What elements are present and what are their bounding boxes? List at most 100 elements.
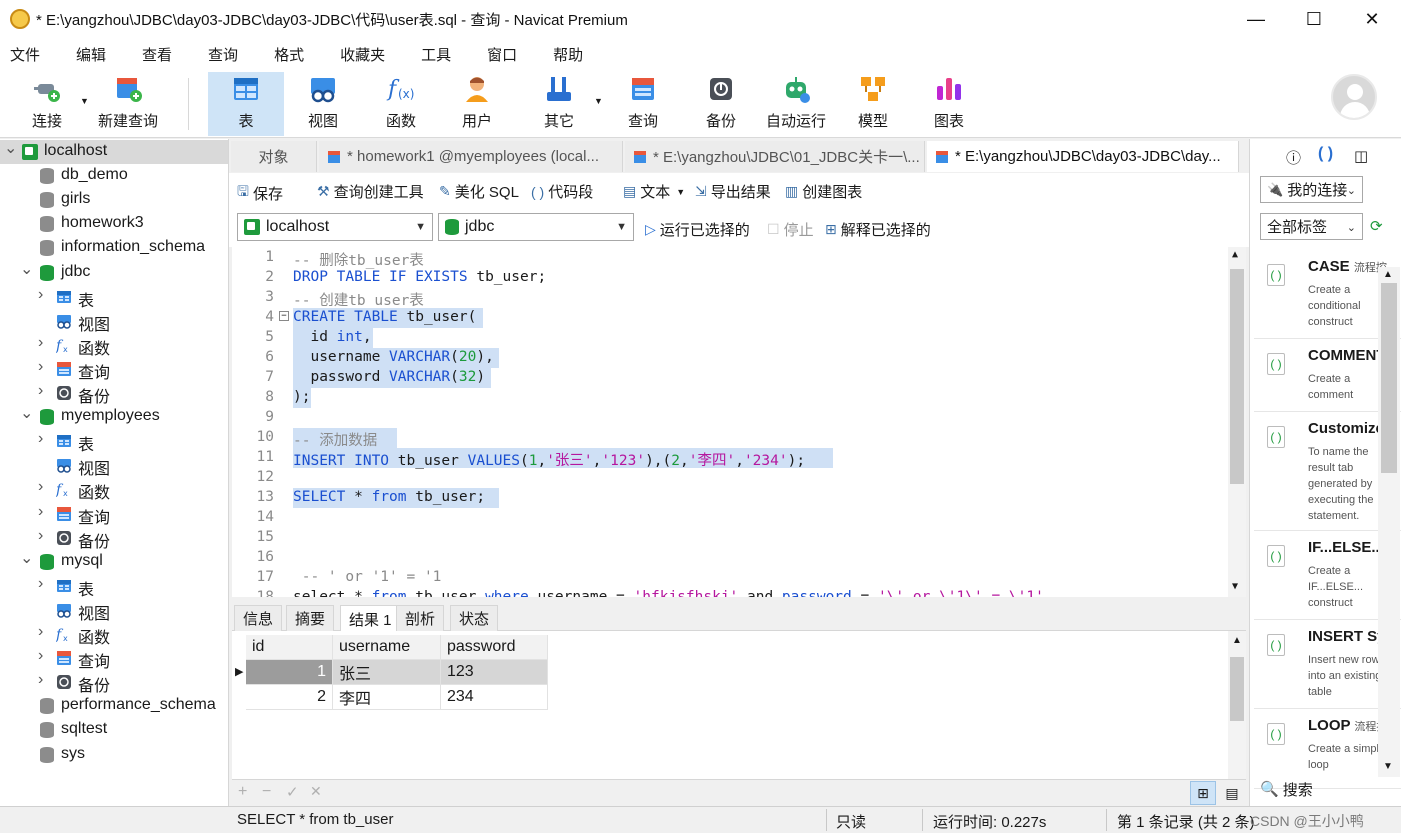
tab-summary[interactable]: 摘要 <box>286 605 335 631</box>
function-button[interactable]: f (x) 函数 <box>370 72 432 136</box>
database-select[interactable]: jdbc ▼ <box>438 213 634 241</box>
chevron-down-icon[interactable]: ⌄ <box>4 139 17 158</box>
snippet-search[interactable]: 🔍 搜索 <box>1260 777 1400 801</box>
tree-item-db[interactable]: girls <box>0 188 228 212</box>
chevron-right-icon[interactable]: › <box>38 647 43 665</box>
table-cell[interactable]: 李四 <box>333 685 441 710</box>
table-button[interactable]: 表 <box>208 72 284 136</box>
column-header-password[interactable]: password <box>441 635 548 660</box>
model-button[interactable]: 模型 <box>844 72 902 136</box>
menu-window[interactable]: 窗口 <box>487 44 517 65</box>
tree-item-db[interactable]: db_demo <box>0 164 228 188</box>
beautify-sql-button[interactable]: ✎ 美化 SQL <box>439 181 519 202</box>
tab-objects[interactable]: 对象 <box>231 141 317 172</box>
apply-changes-button[interactable]: ✓ <box>286 783 299 801</box>
tab-user-sql[interactable]: * E:\yangzhou\JDBC\day03-JDBC\day... <box>927 141 1239 172</box>
tree-item-table[interactable]: › 表 <box>0 574 228 599</box>
tree-item-table[interactable]: › 表 <box>0 285 228 310</box>
chevron-right-icon[interactable]: › <box>38 575 43 593</box>
user-avatar[interactable] <box>1331 74 1377 120</box>
add-record-button[interactable]: + <box>238 783 247 801</box>
menu-format[interactable]: 格式 <box>274 44 304 65</box>
tab-info[interactable]: 信息 <box>234 605 283 631</box>
connect-button[interactable]: 连接 <box>22 72 72 136</box>
view-button[interactable]: 视图 <box>292 72 354 136</box>
add-snippet-icon[interactable]: ⟳ <box>1370 217 1383 235</box>
user-button[interactable]: 用户 <box>446 72 508 136</box>
tree-item-db[interactable]: sqltest <box>0 718 228 742</box>
tab-homework1[interactable]: * homework1 @myemployees (local... <box>319 141 623 172</box>
delete-record-button[interactable]: − <box>262 783 271 801</box>
tree-item-func[interactable]: › f x 函数 <box>0 477 228 502</box>
chevron-right-icon[interactable]: › <box>38 478 43 496</box>
tree-item-query[interactable]: › 查询 <box>0 357 228 382</box>
chevron-down-icon[interactable]: ⌄ <box>20 548 33 568</box>
tree-item-db[interactable]: information_schema <box>0 236 228 260</box>
chevron-right-icon[interactable]: › <box>38 671 43 689</box>
layout-icon[interactable]: ◫ <box>1354 147 1368 165</box>
save-button[interactable]: 🖫 保存 <box>237 181 283 205</box>
menu-help[interactable]: 帮助 <box>553 44 583 65</box>
menu-edit[interactable]: 编辑 <box>76 44 106 65</box>
chevron-down-icon[interactable]: ⌄ <box>20 403 33 423</box>
close-button[interactable]: ✕ <box>1343 0 1401 38</box>
grid-view-icon[interactable]: ⊞ <box>1190 781 1216 805</box>
chevron-right-icon[interactable]: › <box>38 382 43 400</box>
table-cell[interactable]: 2 <box>246 685 333 710</box>
chevron-right-icon[interactable]: › <box>38 286 43 304</box>
snippet-scroll-thumb[interactable] <box>1381 283 1397 473</box>
sql-editor[interactable]: ▲ ▼ 1 -- 删除tb_user表 2 DROP TABLE IF EXISTS … <box>232 247 1246 597</box>
table-cell[interactable]: 张三 <box>333 660 441 685</box>
tree-item-db[interactable]: performance_schema <box>0 694 228 718</box>
menu-tools[interactable]: 工具 <box>421 44 451 65</box>
chart-button[interactable]: 图表 <box>920 72 978 136</box>
chevron-right-icon[interactable]: › <box>38 503 43 521</box>
tree-item-host[interactable]: ⌄ localhost <box>0 139 228 164</box>
query-builder-button[interactable]: ⚒ 查询创建工具 <box>317 181 424 202</box>
scroll-down-icon[interactable]: ▼ <box>1232 581 1238 592</box>
tree-item-view[interactable]: 视图 <box>0 598 228 623</box>
chevron-right-icon[interactable]: › <box>38 527 43 545</box>
backup-button[interactable]: 备份 <box>690 72 752 136</box>
menu-file[interactable]: 文件 <box>10 44 40 65</box>
column-header-id[interactable]: id <box>246 635 333 660</box>
tree-item-db-open[interactable]: ⌄ mysql <box>0 548 228 574</box>
discard-changes-button[interactable]: ✕ <box>310 783 322 800</box>
other-button[interactable]: 其它 <box>528 72 590 136</box>
editor-scroll-thumb[interactable] <box>1230 269 1244 484</box>
new-query-button[interactable]: 新建查询 <box>96 72 160 136</box>
scroll-up-icon[interactable]: ▲ <box>1383 269 1393 280</box>
menu-query[interactable]: 查询 <box>208 44 238 65</box>
tree-item-table[interactable]: › 表 <box>0 429 228 454</box>
tab-jdbc-01[interactable]: * E:\yangzhou\JDBC\01_JDBC关卡一\... <box>625 141 925 172</box>
stop-button[interactable]: ☐ 停止 <box>767 219 814 240</box>
grid-scrollbar[interactable]: ▲ <box>1228 631 1246 779</box>
editor-scrollbar[interactable]: ▲ ▼ <box>1228 247 1246 597</box>
menu-favorites[interactable]: 收藏夹 <box>340 44 385 65</box>
chevron-right-icon[interactable]: › <box>38 358 43 376</box>
chevron-right-icon[interactable]: › <box>38 623 43 641</box>
scroll-down-icon[interactable]: ▼ <box>1383 761 1393 772</box>
tree-item-db[interactable]: sys <box>0 743 228 767</box>
fold-toggle-icon[interactable]: − <box>279 311 289 321</box>
auto-run-button[interactable]: 自动运行 <box>762 72 830 136</box>
tree-item-func[interactable]: › f x 函数 <box>0 333 228 358</box>
tree-item-view[interactable]: 视图 <box>0 309 228 334</box>
tree-item-func[interactable]: › f x 函数 <box>0 622 228 647</box>
scroll-up-icon[interactable]: ▲ <box>1232 249 1238 260</box>
other-dropdown-icon[interactable]: ▼ <box>594 96 603 106</box>
tree-item-backup[interactable]: › 备份 <box>0 670 228 695</box>
tree-item-query[interactable]: › 查询 <box>0 502 228 527</box>
table-cell[interactable]: 123 <box>441 660 548 685</box>
form-view-icon[interactable]: ▤ <box>1220 781 1244 805</box>
tab-profile[interactable]: 剖析 <box>396 605 445 631</box>
run-selected-button[interactable]: ▷ 运行已选择的 <box>645 219 750 240</box>
export-result-button[interactable]: ⇲ 导出结果 <box>695 181 771 202</box>
tab-result-1[interactable]: 结果 1 <box>340 605 401 632</box>
table-cell[interactable]: 1 <box>246 660 333 685</box>
tree-item-db-open[interactable]: ⌄ jdbc <box>0 261 228 285</box>
tree-item-view[interactable]: 视图 <box>0 453 228 478</box>
maximize-button[interactable]: ☐ <box>1285 0 1343 38</box>
tab-status[interactable]: 状态 <box>450 605 499 631</box>
my-connections-select[interactable]: 🔌 我的连接 ⌄ <box>1260 176 1363 203</box>
